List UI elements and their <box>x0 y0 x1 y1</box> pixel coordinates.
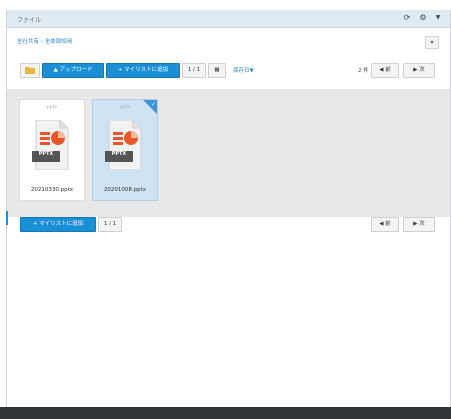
panel-titlebar: ファイル ⟳ ⚙ ▼ <box>7 10 450 28</box>
dropdown-toggle[interactable]: ▾ <box>425 36 439 49</box>
file-type-label: PPTX <box>111 151 127 157</box>
add-mylist-button[interactable]: + マイリストに追加 <box>106 63 180 78</box>
file-panel: ファイル ⟳ ⚙ ▼ 全社共有 › 全体周知用 ▾ ▲ アップロード + マイリ… <box>6 10 451 408</box>
bottom-bar <box>0 407 451 419</box>
file-name: 20210330.pptx <box>30 187 74 193</box>
prev-button-footer[interactable]: ◀ 前 <box>371 217 399 232</box>
file-card-selected[interactable]: pptx PPTX 20201008.pptx ✓ <box>92 99 158 201</box>
folder-icon <box>25 67 35 74</box>
caret-left-icon: ◀ <box>379 221 384 227</box>
file-card[interactable]: pptx PPTX 20210330.pptx <box>19 99 85 201</box>
prev-button[interactable]: ◀ 前 <box>371 63 399 78</box>
caret-left-icon: ◀ <box>379 67 384 73</box>
file-extension: pptx <box>46 105 58 110</box>
next-label: 次 <box>419 67 425 73</box>
left-accent-bar <box>6 211 8 225</box>
add-mylist-button-footer[interactable]: + マイリストに追加 <box>20 217 96 232</box>
page-indicator: 1 / 1 <box>182 63 206 78</box>
refresh-icon[interactable]: ⟳ <box>402 13 412 23</box>
next-button[interactable]: ▶ 次 <box>403 63 435 78</box>
chevron-down-icon: ▾ <box>430 39 434 46</box>
prev-label: 前 <box>385 221 391 227</box>
pptx-file-icon <box>105 120 142 170</box>
file-name: 20201008.pptx <box>103 187 147 193</box>
gear-icon[interactable]: ⚙ <box>418 13 428 23</box>
upload-button[interactable]: ▲ アップロード <box>42 63 104 78</box>
next-label: 次 <box>419 221 425 227</box>
breadcrumb[interactable]: 全社共有 › 全体周知用 <box>17 37 72 45</box>
selected-check-icon: ✓ <box>143 100 157 114</box>
panel-title: ファイル <box>17 17 42 24</box>
view-toggle-button[interactable]: ▦ <box>208 63 226 78</box>
pptx-file-icon <box>32 120 69 170</box>
parent-folder-button[interactable] <box>20 63 40 78</box>
sort-dropdown[interactable]: 保存日▼ <box>233 66 254 74</box>
chevron-down-icon[interactable]: ▼ <box>433 13 443 23</box>
file-gallery: pptx PPTX 20210330.pptx pptx PPTX 202010… <box>7 89 450 217</box>
file-type-label: PPTX <box>38 151 54 157</box>
item-count: 2 件 <box>358 68 369 74</box>
prev-label: 前 <box>385 67 391 73</box>
page-indicator-footer: 1 / 1 <box>98 217 122 232</box>
caret-right-icon: ▶ <box>413 221 418 227</box>
grid-icon: ▦ <box>214 67 220 73</box>
caret-right-icon: ▶ <box>413 67 418 73</box>
next-button-footer[interactable]: ▶ 次 <box>403 217 435 232</box>
